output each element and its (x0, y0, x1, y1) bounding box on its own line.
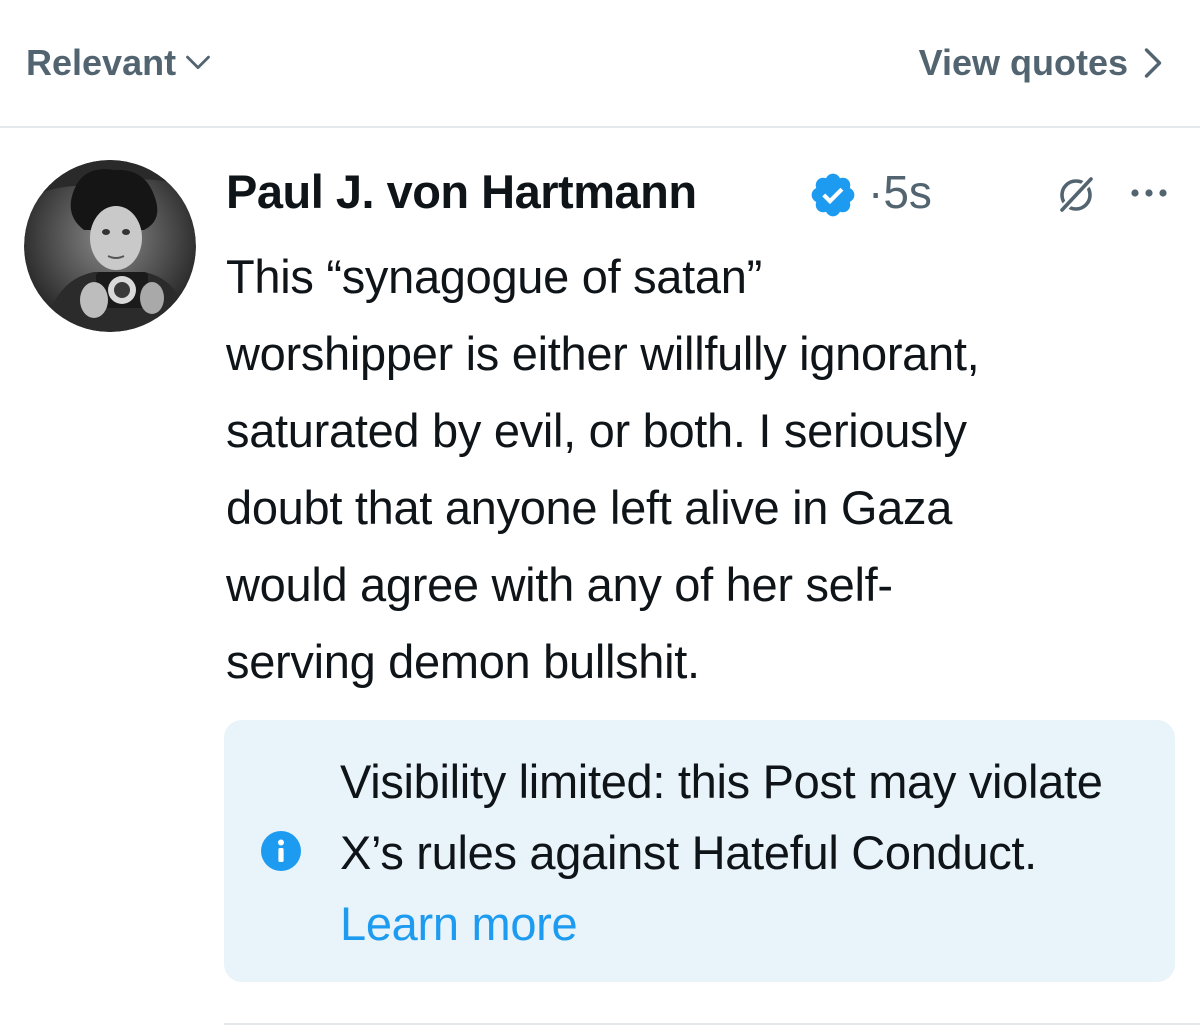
conversation-toolbar: Relevant View quotes (0, 0, 1200, 128)
visibility-limited-notice: Visibility limited: this Post may violat… (224, 720, 1175, 982)
avatar-photo (24, 160, 196, 332)
notice-message: Visibility limited: this Post may violat… (340, 755, 1103, 879)
view-quotes-label: View quotes (918, 42, 1128, 83)
chevron-right-icon (1144, 48, 1162, 78)
sort-replies-dropdown[interactable]: Relevant (26, 40, 212, 86)
post-timestamp-group: ·5s (868, 162, 932, 222)
info-icon (261, 831, 301, 871)
chevron-down-icon (186, 55, 210, 70)
avatar[interactable] (24, 160, 196, 332)
post-timestamp[interactable]: 5s (883, 166, 932, 218)
meta-separator: · (868, 166, 884, 218)
post-text: This “synagogue of satan” worshipper is … (226, 250, 980, 688)
verified-badge-icon[interactable] (808, 170, 858, 220)
view-quotes-link[interactable]: View quotes (919, 40, 1166, 86)
divider (224, 1023, 1200, 1025)
notice-text-block: Visibility limited: this Post may violat… (340, 746, 1150, 959)
author-name[interactable]: Paul J. von Hartmann (226, 162, 697, 222)
sort-label: Relevant (26, 42, 177, 83)
post-header: Paul J. von Hartmann ·5s (226, 162, 1176, 226)
learn-more-link[interactable]: Learn more (340, 897, 578, 950)
reply-post[interactable]: Paul J. von Hartmann ·5s This “synagogue… (0, 128, 1200, 1035)
more-options-icon[interactable] (1130, 186, 1168, 200)
grok-icon[interactable] (1054, 172, 1098, 216)
